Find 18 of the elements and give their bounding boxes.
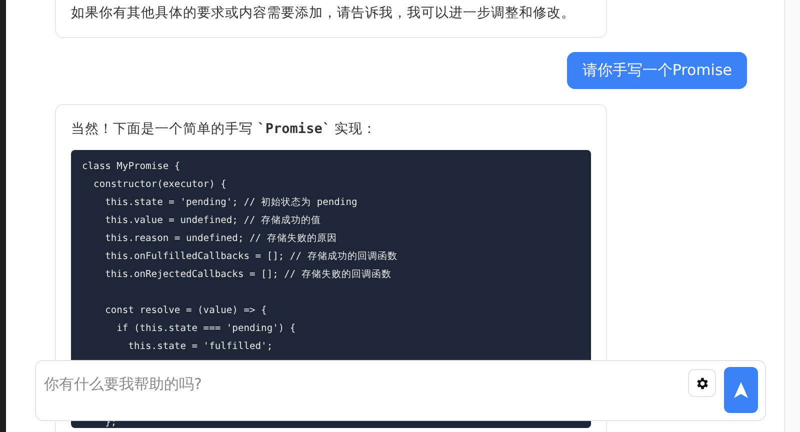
settings-button[interactable] — [688, 369, 716, 397]
code-line: this.reason = undefined; // 存储失败的原因 — [104, 232, 338, 246]
code-line: const resolve = (value) => { — [104, 304, 268, 318]
code-line: this.state = 'fulfilled'; — [127, 340, 274, 354]
code-line: constructor(executor) { — [92, 178, 228, 192]
code-line: this.onRejectedCallbacks = []; // 存储失败的回调函数 — [104, 268, 392, 282]
code-line: class MyPromise { — [82, 160, 182, 174]
send-icon — [734, 382, 748, 398]
message-text: 如果你有其他具体的要求或内容需要添加，请告诉我，我可以进一步调整和修改。 — [71, 4, 576, 23]
settings-icon — [694, 376, 710, 390]
send-button[interactable] — [724, 367, 758, 413]
message-input-field[interactable]: 你有什么要我帮助的吗? — [35, 360, 766, 421]
message-text: 当然！下面是一个简单的手写 `Promise` 实现： — [71, 120, 378, 139]
code-line: if (this.state === 'pending') { — [116, 322, 297, 336]
code-line: this.state = 'pending'; // 初始状态为 pending — [104, 196, 358, 210]
code-line: this.onFulfilledCallbacks = []; // 存储成功的回调函数 — [104, 250, 398, 264]
code-line: this.value = undefined; // 存储成功的值 — [104, 214, 322, 228]
user-message: 请你手写一个Promise — [567, 52, 747, 89]
